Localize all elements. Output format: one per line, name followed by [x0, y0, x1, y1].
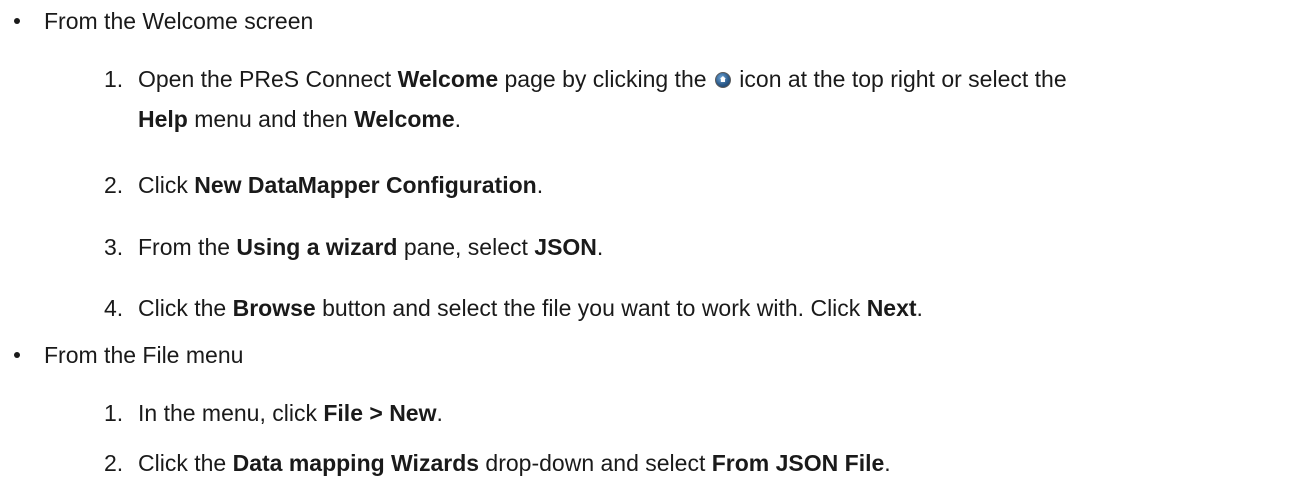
ui-term-welcome: Welcome [397, 66, 499, 92]
ui-term-new-datamapper: New DataMapper Configuration [194, 172, 537, 198]
bullet-dot [14, 18, 20, 24]
step-text: Click New DataMapper Configuration. [138, 172, 544, 198]
step-number: 2. [104, 172, 124, 198]
document-body: From the Welcome screen 1. Open the PReS… [0, 0, 1313, 487]
step-number: 1. [104, 400, 124, 426]
bullet-dot [14, 352, 20, 358]
ui-term-next: Next [866, 295, 917, 321]
step-text: Click the Data mapping Wizards drop-down… [138, 450, 891, 476]
ui-term-browse: Browse [232, 295, 316, 321]
step-text: Click the Browse button and select the f… [138, 295, 923, 321]
step-number: 2. [104, 450, 124, 476]
ui-term-help: Help [138, 106, 188, 132]
step-number: 4. [104, 295, 124, 321]
ui-term-json: JSON [534, 234, 597, 260]
bullet-heading-file-menu: From the File menu [44, 341, 244, 368]
bullet-heading-welcome: From the Welcome screen [44, 7, 314, 34]
step-text: In the menu, click File > New. [138, 400, 443, 426]
step-number: 1. [104, 66, 124, 92]
step-number: 3. [104, 234, 124, 260]
step-text: From the Using a wizard pane, select JSO… [138, 234, 604, 260]
ui-term-using-wizard: Using a wizard [236, 234, 398, 260]
step-text: Open the PReS Connect Welcome page by cl… [138, 66, 1067, 132]
ui-term-data-mapping-wizards: Data mapping Wizards [232, 450, 480, 476]
ui-term-from-json-file: From JSON File [711, 450, 885, 476]
home-icon [714, 72, 731, 88]
ui-term-file-new: File > New [323, 400, 437, 426]
ui-term-welcome: Welcome [354, 106, 455, 132]
